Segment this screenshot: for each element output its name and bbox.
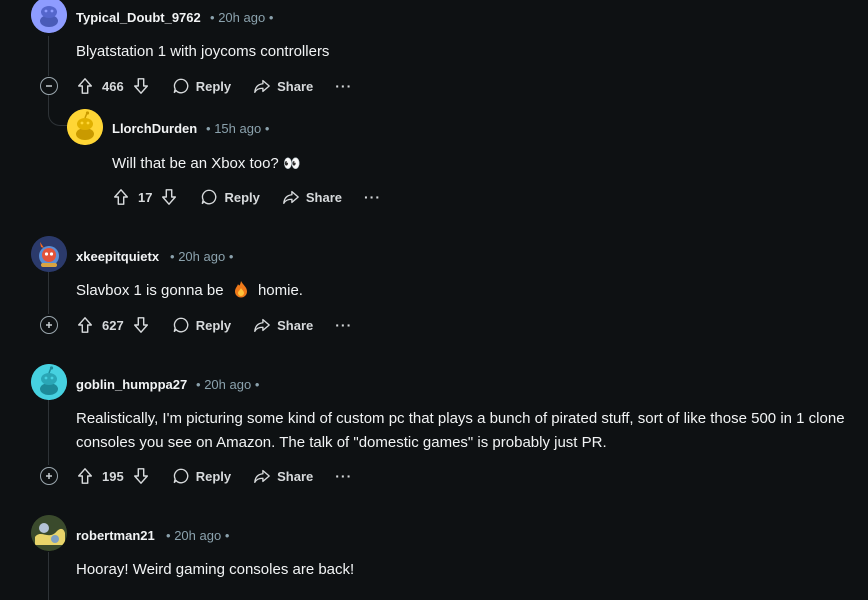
comment-bubble-icon <box>173 78 189 94</box>
reply-button[interactable]: Reply <box>172 316 231 334</box>
upvote-icon[interactable] <box>76 316 94 334</box>
eyes-emoji: 👀 <box>282 155 301 171</box>
upvote-icon[interactable] <box>76 77 94 95</box>
expand-toggle[interactable] <box>40 316 58 334</box>
comment-username[interactable]: LlorchDurden <box>112 121 197 136</box>
share-button[interactable]: Share <box>253 316 313 334</box>
comment-body: Slavbox 1 is gonna be homie. <box>76 281 303 299</box>
more-options-button[interactable]: ··· <box>364 189 381 205</box>
comment-time[interactable]: 20h ago <box>174 528 221 543</box>
snoo-avatar-icon <box>31 236 67 272</box>
comment-body: Realistically, I'm picturing some kind o… <box>76 410 845 451</box>
fire-emoji-icon <box>234 281 247 298</box>
snoo-avatar-icon <box>31 0 67 33</box>
comment-bubble-icon <box>173 317 189 333</box>
comment-time[interactable]: 15h ago <box>214 121 261 136</box>
comment-time[interactable]: 20h ago <box>204 377 251 392</box>
vote-count: 466 <box>102 78 124 94</box>
reply-button[interactable]: Reply <box>172 467 231 485</box>
share-icon <box>254 318 270 332</box>
share-button[interactable]: Share <box>253 467 313 485</box>
reply-button[interactable]: Reply <box>200 188 260 206</box>
comment-time[interactable]: 20h ago <box>218 10 265 25</box>
downvote-icon[interactable] <box>132 77 150 95</box>
comment-meta: • 20h ago • <box>170 249 234 264</box>
more-options-button[interactable]: ··· <box>335 78 352 94</box>
comment-meta: • 20h ago • <box>166 528 230 543</box>
comment-actions: 627 Reply Share ··· <box>76 309 374 341</box>
comment-body: Blyatstation 1 with joycoms controllers <box>76 43 330 60</box>
avatar[interactable] <box>31 0 67 33</box>
comment-time[interactable]: 20h ago <box>178 249 225 264</box>
vote-count: 627 <box>102 317 124 333</box>
plus-icon <box>46 473 52 479</box>
vote-group: 195 <box>76 467 150 485</box>
minus-icon <box>46 85 52 87</box>
comment-body: Will that be an Xbox too? 👀 <box>112 155 301 172</box>
share-button[interactable]: Share <box>282 188 342 206</box>
comment-actions: 195 Reply Share ··· <box>76 460 374 492</box>
comment-meta: • 15h ago • <box>206 121 270 136</box>
share-icon <box>283 190 299 204</box>
comment-username[interactable]: goblin_humppa27 <box>76 377 187 392</box>
thread-line <box>48 400 49 465</box>
comment-username[interactable]: robertman21 <box>76 528 155 543</box>
upvote-icon[interactable] <box>112 188 130 206</box>
vote-group: 627 <box>76 316 150 334</box>
snoo-avatar-icon <box>67 109 103 145</box>
reply-button[interactable]: Reply <box>172 77 231 95</box>
avatar[interactable] <box>31 515 67 551</box>
more-options-button[interactable]: ··· <box>335 317 352 333</box>
collapse-toggle[interactable] <box>40 77 58 95</box>
comment-bubble-icon <box>173 468 189 484</box>
share-button[interactable]: Share <box>253 77 313 95</box>
comment-body: Hooray! Weird gaming consoles are back! <box>76 561 355 578</box>
avatar[interactable] <box>67 109 103 145</box>
vote-group: 466 <box>76 77 150 95</box>
comment-actions: 466 Reply Share ··· <box>76 70 374 102</box>
plus-icon <box>46 322 52 328</box>
downvote-icon[interactable] <box>160 188 178 206</box>
user-avatar-icon <box>31 515 67 551</box>
comment-meta: • 20h ago • <box>196 377 260 392</box>
reply-connector <box>48 94 68 126</box>
snoo-avatar-icon <box>31 364 67 400</box>
upvote-icon[interactable] <box>76 467 94 485</box>
comment-actions: 17 Reply Share ··· <box>112 181 403 213</box>
comment-username[interactable]: Typical_Doubt_9762 <box>76 10 201 25</box>
vote-count: 17 <box>138 189 153 205</box>
vote-group: 17 <box>112 188 178 206</box>
thread-line <box>48 36 49 76</box>
downvote-icon[interactable] <box>132 316 150 334</box>
share-icon <box>254 79 270 93</box>
avatar[interactable] <box>31 236 67 272</box>
thread-line <box>48 552 49 600</box>
more-options-button[interactable]: ··· <box>335 468 352 484</box>
expand-toggle[interactable] <box>40 467 58 485</box>
downvote-icon[interactable] <box>132 467 150 485</box>
comment-meta: • 20h ago • <box>210 10 274 25</box>
comment-username[interactable]: xkeepitquietx <box>76 249 159 264</box>
thread-line <box>48 272 49 314</box>
avatar[interactable] <box>31 364 67 400</box>
share-icon <box>254 469 270 483</box>
vote-count: 195 <box>102 468 124 484</box>
comment-bubble-icon <box>202 189 217 205</box>
